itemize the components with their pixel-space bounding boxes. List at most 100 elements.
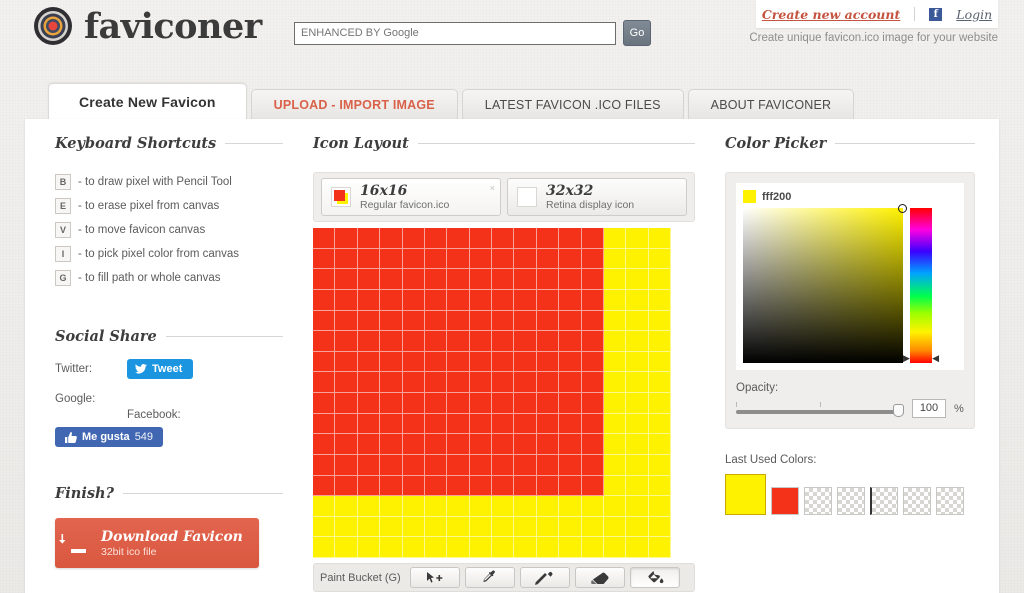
pixel-cell[interactable] xyxy=(648,228,671,249)
pixel-cell[interactable] xyxy=(469,454,492,476)
pixel-cell[interactable] xyxy=(559,413,582,435)
pixel-cell[interactable] xyxy=(313,454,336,476)
pixel-cell[interactable] xyxy=(626,351,649,373)
pixel-cell[interactable] xyxy=(313,434,336,455)
pixel-cell[interactable] xyxy=(424,351,448,373)
paint-bucket-tool-icon[interactable] xyxy=(629,567,680,588)
pixel-cell[interactable] xyxy=(313,269,336,290)
pixel-cell[interactable] xyxy=(357,351,381,373)
pixel-cell[interactable] xyxy=(313,289,336,311)
pixel-cell[interactable] xyxy=(492,393,515,414)
pixel-grid[interactable] xyxy=(313,228,671,558)
pixel-cell[interactable] xyxy=(514,248,537,270)
pixel-cell[interactable] xyxy=(402,475,425,497)
pixel-cell[interactable] xyxy=(514,331,537,352)
pixel-cell[interactable] xyxy=(514,289,537,311)
pixel-cell[interactable] xyxy=(648,393,671,414)
pixel-cell[interactable] xyxy=(536,331,560,352)
pixel-cell[interactable] xyxy=(380,289,403,311)
pixel-cell[interactable] xyxy=(313,413,336,435)
tab-create-new-favicon[interactable]: Create New Favicon xyxy=(48,83,247,120)
pixel-cell[interactable] xyxy=(559,228,582,249)
pixel-cell[interactable] xyxy=(469,434,492,455)
pixel-cell[interactable] xyxy=(536,516,560,538)
pixel-cell[interactable] xyxy=(380,537,403,558)
pixel-cell[interactable] xyxy=(536,434,560,455)
pixel-cell[interactable] xyxy=(335,393,358,414)
pixel-cell[interactable] xyxy=(357,289,381,311)
pixel-cell[interactable] xyxy=(402,413,425,435)
pixel-cell[interactable] xyxy=(447,413,470,435)
tab-latest-favicon-ico-files[interactable]: LATEST FAVICON .ICO FILES xyxy=(461,89,684,120)
pixel-cell[interactable] xyxy=(626,475,649,497)
pixel-cell[interactable] xyxy=(626,248,649,270)
pixel-cell[interactable] xyxy=(335,475,358,497)
pixel-cell[interactable] xyxy=(581,454,604,476)
saturation-value-area[interactable] xyxy=(743,204,907,363)
pixel-cell[interactable] xyxy=(469,310,492,332)
pixel-cell[interactable] xyxy=(559,537,582,558)
pixel-cell[interactable] xyxy=(335,516,358,538)
pixel-cell[interactable] xyxy=(514,393,537,414)
pixel-cell[interactable] xyxy=(424,269,448,290)
pixel-cell[interactable] xyxy=(536,351,560,373)
pixel-cell[interactable] xyxy=(335,351,358,373)
pixel-cell[interactable] xyxy=(648,516,671,538)
pixel-cell[interactable] xyxy=(424,434,448,455)
pixel-cell[interactable] xyxy=(357,393,381,414)
pixel-cell[interactable] xyxy=(603,269,627,290)
pixel-cell[interactable] xyxy=(603,434,627,455)
favicon-canvas[interactable] xyxy=(313,228,671,558)
pixel-cell[interactable] xyxy=(313,310,336,332)
pixel-cell[interactable] xyxy=(626,331,649,352)
pixel-cell[interactable] xyxy=(559,496,582,517)
pixel-cell[interactable] xyxy=(492,516,515,538)
pixel-cell[interactable] xyxy=(492,248,515,270)
pixel-cell[interactable] xyxy=(514,310,537,332)
pixel-cell[interactable] xyxy=(536,454,560,476)
pixel-cell[interactable] xyxy=(335,331,358,352)
pixel-cell[interactable] xyxy=(581,331,604,352)
hue-slider[interactable]: ▶ ◀ xyxy=(903,208,939,363)
pixel-cell[interactable] xyxy=(424,413,448,435)
pixel-cell[interactable] xyxy=(603,475,627,497)
pixel-cell[interactable] xyxy=(648,413,671,435)
pixel-cell[interactable] xyxy=(559,475,582,497)
pixel-cell[interactable] xyxy=(357,454,381,476)
pixel-cell[interactable] xyxy=(603,496,627,517)
pixel-cell[interactable] xyxy=(447,372,470,393)
pixel-cell[interactable] xyxy=(357,310,381,332)
pixel-cell[interactable] xyxy=(357,372,381,393)
pixel-cell[interactable] xyxy=(357,248,381,270)
pixel-cell[interactable] xyxy=(424,393,448,414)
pixel-cell[interactable] xyxy=(380,454,403,476)
pixel-cell[interactable] xyxy=(357,413,381,435)
pixel-cell[interactable] xyxy=(469,351,492,373)
size-tab-32x32[interactable]: 32x32 Retina display icon xyxy=(507,178,687,216)
pixel-cell[interactable] xyxy=(492,310,515,332)
pixel-cell[interactable] xyxy=(402,516,425,538)
color-swatch-empty[interactable] xyxy=(870,487,898,515)
pixel-cell[interactable] xyxy=(380,393,403,414)
pixel-cell[interactable] xyxy=(626,516,649,538)
pixel-cell[interactable] xyxy=(402,496,425,517)
pixel-cell[interactable] xyxy=(402,351,425,373)
pixel-cell[interactable] xyxy=(469,393,492,414)
hue-handle-right-icon[interactable]: ◀ xyxy=(932,354,939,363)
pixel-cell[interactable] xyxy=(492,496,515,517)
pixel-cell[interactable] xyxy=(536,537,560,558)
pixel-cell[interactable] xyxy=(514,454,537,476)
pixel-cell[interactable] xyxy=(559,372,582,393)
eyedropper-tool-icon[interactable] xyxy=(464,567,515,588)
pencil-tool-icon[interactable] xyxy=(519,567,570,588)
pixel-cell[interactable] xyxy=(402,310,425,332)
pixel-cell[interactable] xyxy=(313,228,336,249)
pixel-cell[interactable] xyxy=(581,393,604,414)
pixel-cell[interactable] xyxy=(536,248,560,270)
pixel-cell[interactable] xyxy=(648,351,671,373)
pixel-cell[interactable] xyxy=(335,537,358,558)
pixel-cell[interactable] xyxy=(380,475,403,497)
pixel-cell[interactable] xyxy=(469,289,492,311)
pixel-cell[interactable] xyxy=(626,496,649,517)
pixel-cell[interactable] xyxy=(402,269,425,290)
